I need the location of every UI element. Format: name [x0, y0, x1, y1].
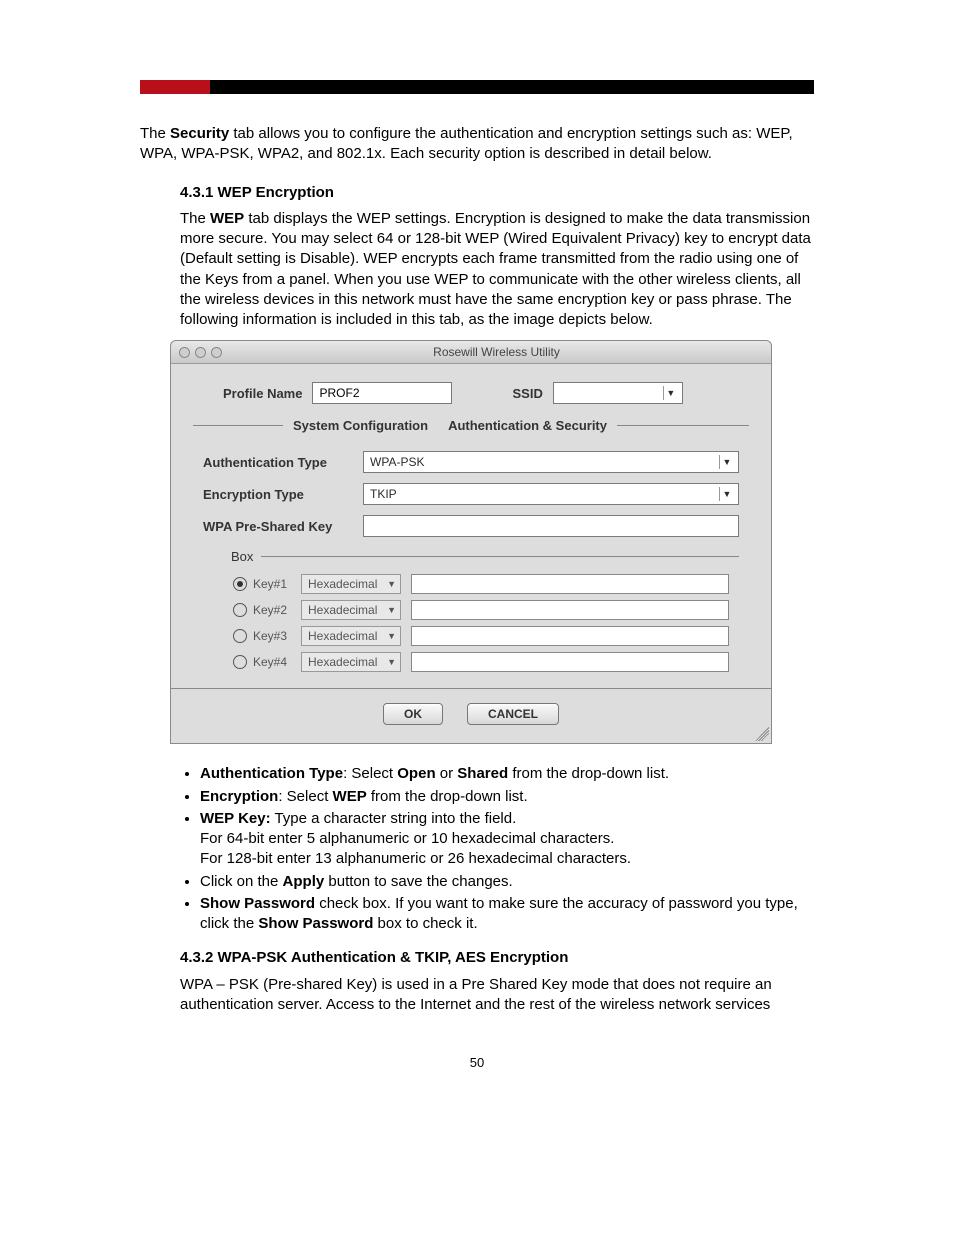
page-number: 50	[140, 1055, 814, 1070]
text-bold: Encryption	[200, 788, 278, 805]
text: Click on the	[200, 873, 283, 890]
key-row-4: Key#4 Hexadecimal ▼	[233, 652, 729, 672]
key3-format: Hexadecimal	[308, 629, 377, 643]
key4-format: Hexadecimal	[308, 655, 377, 669]
list-item: Show Password check box. If you want to …	[200, 894, 814, 935]
text: box to check it.	[373, 915, 477, 932]
resize-handle-icon[interactable]	[755, 727, 769, 741]
encryption-type-value: TKIP	[370, 487, 397, 501]
encryption-type-dropdown[interactable]: TKIP ▼	[363, 483, 739, 505]
key1-format-dropdown[interactable]: Hexadecimal ▼	[301, 574, 401, 594]
header-bar	[140, 80, 814, 94]
key2-value-input[interactable]	[411, 600, 729, 620]
chevron-down-icon: ▼	[387, 657, 396, 667]
encryption-type-label: Encryption Type	[203, 487, 353, 502]
key2-radio[interactable]	[233, 603, 247, 617]
text: tab displays the WEP settings. Encryptio…	[180, 210, 811, 328]
zoom-icon[interactable]	[211, 347, 222, 358]
authentication-type-label: Authentication Type	[203, 455, 353, 470]
psk-label: WPA Pre-Shared Key	[203, 519, 353, 534]
ssid-label: SSID	[512, 386, 542, 401]
chevron-down-icon: ▼	[387, 631, 396, 641]
key1-label: Key#1	[253, 577, 301, 591]
intro-paragraph: The Security tab allows you to configure…	[140, 124, 814, 165]
key2-format-dropdown[interactable]: Hexadecimal ▼	[301, 600, 401, 620]
list-item: Authentication Type: Select Open or Shar…	[200, 764, 814, 784]
text-bold: WEP	[210, 210, 244, 227]
divider	[171, 688, 771, 689]
text-bold: Show Password	[200, 895, 315, 912]
close-icon[interactable]	[179, 347, 190, 358]
authentication-type-value: WPA-PSK	[370, 455, 424, 469]
cancel-button[interactable]: CANCEL	[467, 703, 559, 725]
key-row-1: Key#1 Hexadecimal ▼	[233, 574, 729, 594]
window-title: Rosewill Wireless Utility	[230, 345, 763, 359]
divider	[193, 425, 283, 426]
window-controls[interactable]	[179, 347, 222, 358]
text: The	[140, 125, 170, 142]
chevron-down-icon: ▼	[719, 487, 734, 501]
tab-authentication-security[interactable]: Authentication & Security	[438, 418, 617, 433]
wpapsk-paragraph: WPA – PSK (Pre-shared Key) is used in a …	[180, 975, 814, 1016]
text: For 128-bit enter 13 alphanumeric or 26 …	[200, 850, 631, 867]
list-item: WEP Key: Type a character string into th…	[200, 809, 814, 870]
text: : Select	[343, 765, 397, 782]
key3-format-dropdown[interactable]: Hexadecimal ▼	[301, 626, 401, 646]
window-titlebar[interactable]: Rosewill Wireless Utility	[171, 341, 771, 364]
ok-button[interactable]: OK	[383, 703, 443, 725]
key3-label: Key#3	[253, 629, 301, 643]
key-row-2: Key#2 Hexadecimal ▼	[233, 600, 729, 620]
wep-paragraph: The WEP tab displays the WEP settings. E…	[180, 209, 814, 331]
box-label: Box	[223, 549, 261, 564]
key4-radio[interactable]	[233, 655, 247, 669]
key2-format: Hexadecimal	[308, 603, 377, 617]
list-item: Click on the Apply button to save the ch…	[200, 872, 814, 892]
key3-value-input[interactable]	[411, 626, 729, 646]
text-bold: Authentication Type	[200, 765, 343, 782]
divider	[617, 425, 749, 426]
text: : Select	[278, 788, 332, 805]
text: or	[436, 765, 458, 782]
chevron-down-icon: ▼	[387, 605, 396, 615]
tab-system-configuration[interactable]: System Configuration	[283, 418, 438, 433]
divider	[261, 556, 739, 557]
key4-label: Key#4	[253, 655, 301, 669]
key1-format: Hexadecimal	[308, 577, 377, 591]
text: Type a character string into the field.	[271, 810, 517, 827]
text-bold: WEP	[333, 788, 367, 805]
text-bold: Security	[170, 125, 229, 142]
instruction-list: Authentication Type: Select Open or Shar…	[140, 764, 814, 934]
text: For 64-bit enter 5 alphanumeric or 10 he…	[200, 830, 614, 847]
chevron-down-icon: ▼	[387, 579, 396, 589]
text-bold: Show Password	[258, 915, 373, 932]
key1-radio[interactable]	[233, 577, 247, 591]
ssid-dropdown[interactable]: ▼	[553, 382, 683, 404]
heading-4-3-2: 4.3.2 WPA-PSK Authentication & TKIP, AES…	[180, 948, 814, 968]
key1-value-input[interactable]	[411, 574, 729, 594]
chevron-down-icon: ▼	[663, 386, 678, 400]
authentication-type-dropdown[interactable]: WPA-PSK ▼	[363, 451, 739, 473]
key3-radio[interactable]	[233, 629, 247, 643]
profile-name-label: Profile Name	[223, 386, 302, 401]
text-bold: Apply	[283, 873, 325, 890]
text: tab allows you to configure the authenti…	[140, 125, 793, 162]
text-bold: Open	[397, 765, 435, 782]
wireless-utility-window: Rosewill Wireless Utility Profile Name S…	[170, 340, 772, 744]
text: The	[180, 210, 210, 227]
key2-label: Key#2	[253, 603, 301, 617]
key-row-3: Key#3 Hexadecimal ▼	[233, 626, 729, 646]
text: from the drop-down list.	[508, 765, 669, 782]
minimize-icon[interactable]	[195, 347, 206, 358]
text: button to save the changes.	[324, 873, 512, 890]
key4-value-input[interactable]	[411, 652, 729, 672]
psk-input[interactable]	[363, 515, 739, 537]
text-bold: WEP Key:	[200, 810, 271, 827]
heading-4-3-1: 4.3.1 WEP Encryption	[180, 183, 814, 203]
list-item: Encryption: Select WEP from the drop-dow…	[200, 787, 814, 807]
text: from the drop-down list.	[367, 788, 528, 805]
chevron-down-icon: ▼	[719, 455, 734, 469]
profile-name-input[interactable]	[312, 382, 452, 404]
text-bold: Shared	[457, 765, 508, 782]
key4-format-dropdown[interactable]: Hexadecimal ▼	[301, 652, 401, 672]
